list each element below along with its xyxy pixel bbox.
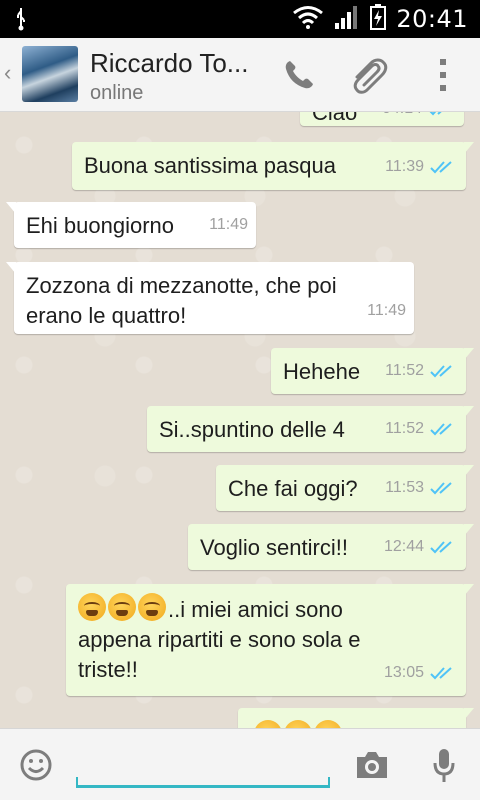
back-chevron-icon[interactable]: ‹	[4, 60, 11, 86]
message-time: 11:52	[385, 362, 424, 379]
voice-record-button[interactable]	[424, 745, 464, 785]
message-list[interactable]: Ciao 04:14 Buona santissima pasqua 11:39…	[0, 112, 480, 728]
contact-status: online	[90, 82, 144, 104]
read-ticks-icon	[430, 482, 452, 495]
tired-face-emoji	[284, 720, 312, 728]
attach-button[interactable]	[346, 52, 392, 98]
message-bubble-outgoing[interactable]: Buona santissima pasqua 11:39	[72, 142, 474, 190]
read-ticks-icon	[430, 423, 452, 436]
message-time: 11:39	[385, 158, 424, 175]
overflow-menu-button[interactable]	[420, 52, 466, 98]
more-vert-icon	[440, 59, 446, 91]
message-meta: 11:52	[385, 414, 456, 444]
message-meta: 11:49	[209, 210, 248, 240]
microphone-icon	[433, 749, 455, 782]
message-input[interactable]	[80, 747, 326, 783]
message-meta: 11:49	[367, 296, 406, 326]
bubble-tail	[464, 142, 474, 154]
message-time: 04:14	[382, 112, 422, 124]
tired-face-emoji	[78, 593, 106, 621]
tired-face-emoji	[108, 593, 136, 621]
read-ticks-icon	[430, 161, 452, 174]
message-meta: 11:39	[385, 152, 456, 182]
message-time: 11:52	[385, 420, 424, 437]
message-bubble-outgoing[interactable]: Che fai oggi? 11:53	[216, 465, 474, 511]
message-emoji-row	[250, 720, 454, 728]
message-bubble-outgoing[interactable]: ..i miei amici sono appena ripartiti e s…	[66, 584, 474, 696]
message-bubble-incoming[interactable]: Zozzona di mezzanotte, che poi erano le …	[6, 262, 414, 334]
read-ticks-icon	[429, 112, 442, 116]
bubble-tail	[464, 348, 474, 360]
camera-button[interactable]	[352, 745, 392, 785]
camera-icon	[357, 752, 387, 778]
contact-avatar[interactable]	[22, 46, 78, 102]
message-time: 12:44	[383, 538, 424, 555]
message-meta: 11:53	[385, 473, 456, 503]
bubble-tail	[464, 465, 474, 477]
tired-face-emoji	[138, 593, 166, 621]
message-time: 11:49	[367, 302, 406, 319]
read-ticks-icon	[430, 365, 452, 378]
message-bubble-incoming[interactable]: Ehi buongiorno 11:49	[6, 202, 256, 248]
read-ticks-icon	[430, 667, 452, 680]
chat-header: ‹ Riccardo To... online	[0, 38, 480, 112]
wifi-icon	[292, 5, 324, 34]
message-meta: 11:52	[385, 356, 456, 386]
message-bubble-outgoing[interactable]: Si..spuntino delle 4 11:52	[147, 406, 474, 452]
message-text-line: ..i miei amici sono	[168, 597, 343, 622]
contact-name[interactable]: Riccardo To...	[90, 48, 248, 79]
status-clock: 20:41	[396, 5, 468, 33]
emoji-button[interactable]	[16, 745, 56, 785]
call-button[interactable]	[276, 52, 322, 98]
message-bubble-outgoing[interactable]: Ciao 04:14	[300, 112, 464, 126]
message-bubble-outgoing[interactable]	[238, 708, 474, 728]
message-text-line: appena ripartiti e sono sola e	[78, 627, 361, 652]
status-bar: 20:41	[0, 0, 480, 38]
message-meta: 12:44	[384, 532, 456, 562]
bubble-tail	[464, 406, 474, 418]
message-text-line: Zozzona di mezzanotte, che poi	[26, 273, 337, 298]
battery-charging-icon	[370, 3, 387, 35]
signal-icon	[334, 5, 360, 34]
message-meta: 04:14	[382, 112, 454, 124]
bubble-tail	[6, 262, 16, 274]
message-text-line: erano le quattro!	[26, 303, 187, 328]
read-ticks-icon	[430, 541, 452, 554]
bubble-tail	[464, 584, 474, 596]
tired-face-emoji	[314, 720, 342, 728]
smiley-icon	[20, 749, 52, 781]
paperclip-icon	[353, 58, 388, 94]
message-composer	[0, 728, 480, 800]
usb-icon	[14, 7, 28, 36]
bubble-tail	[464, 524, 474, 536]
input-underline	[76, 777, 330, 788]
message-time: 11:53	[385, 479, 424, 496]
tired-face-emoji	[254, 720, 282, 728]
bubble-tail	[464, 708, 474, 720]
bubble-tail	[6, 202, 16, 214]
message-meta: 13:05	[384, 658, 456, 688]
message-bubble-outgoing[interactable]: Voglio sentirci!! 12:44	[188, 524, 474, 570]
message-first-line: ..i miei amici sono	[78, 593, 454, 625]
message-bubble-outgoing[interactable]: Hehehe 11:52	[271, 348, 474, 394]
message-time: 13:05	[383, 664, 424, 681]
phone-icon	[285, 61, 313, 89]
message-time: 11:49	[209, 216, 248, 233]
